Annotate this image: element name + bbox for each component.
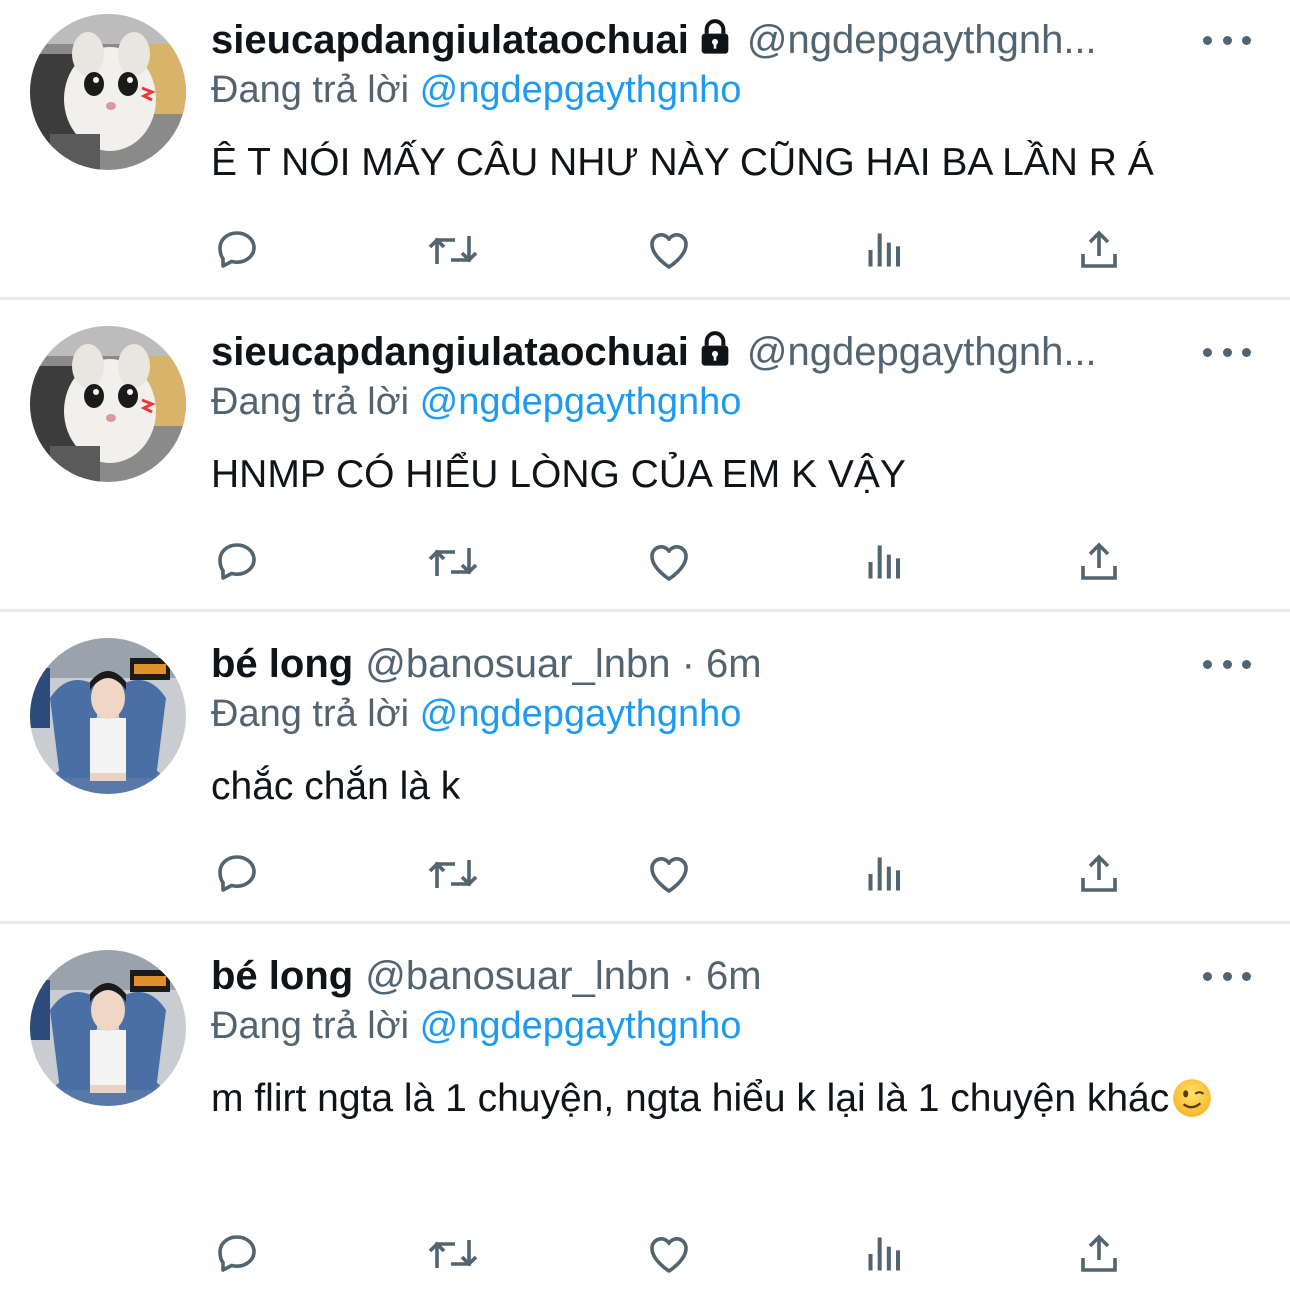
display-name[interactable]: bé long [211,954,353,998]
replying-label: Đang trả lời [211,69,410,111]
retweet-icon[interactable] [423,220,483,280]
replying-to: Đang trả lời @ngdepgaythgnho [211,64,741,116]
like-icon[interactable] [639,844,699,904]
tweet[interactable]: bé long @banosuar_lnbn · 6m Đang trả lời … [0,948,1290,1295]
like-icon[interactable] [639,532,699,592]
replying-label: Đang trả lời [211,1005,410,1047]
divider [0,921,1290,924]
tweet-header: sieucapdangiulataochuai @ngdepgaythgnh... [211,12,1190,68]
tweet-text: m flirt ngta là 1 chuyện, ngta hiểu k lạ… [211,1066,1231,1140]
tweet[interactable]: bé long @banosuar_lnbn · 6m Đang trả lời … [0,636,1290,921]
user-handle[interactable]: @ngdepgaythgnh... [747,330,1097,374]
mention-link[interactable]: @ngdepgaythgnho [420,693,742,735]
tweet-text: HNMP CÓ HIỂU LÒNG CỦA EM K VẬY [211,453,906,496]
more-options-icon[interactable] [1203,948,1251,1004]
tweet-header: bé long @banosuar_lnbn · 6m [211,948,1190,1004]
retweet-icon[interactable] [423,844,483,904]
reply-icon[interactable] [207,844,267,904]
divider [0,297,1290,300]
views-icon[interactable] [855,220,915,280]
reply-icon[interactable] [207,532,267,592]
mention-link[interactable]: @ngdepgaythgnho [420,69,742,111]
replying-to: Đang trả lời @ngdepgaythgnho [211,688,741,740]
tweet-actions [211,1224,1151,1284]
views-icon[interactable] [855,532,915,592]
tweet-header: sieucapdangiulataochuai @ngdepgaythgnh... [211,324,1190,380]
like-icon[interactable] [639,1224,699,1284]
more-options-icon[interactable] [1203,324,1251,380]
tweet-text: chắc chắn là k [211,765,461,808]
tweet-actions [211,844,1151,904]
lock-icon [695,16,735,68]
avatar[interactable] [30,326,186,482]
like-icon[interactable] [639,220,699,280]
display-name[interactable]: bé long [211,642,353,686]
tweet-text-content: m flirt ngta là 1 chuyện, ngta hiểu k lạ… [211,1077,1170,1120]
mention-link[interactable]: @ngdepgaythgnho [420,381,742,423]
tweet-actions [211,220,1151,280]
views-icon[interactable] [855,1224,915,1284]
tweet[interactable]: sieucapdangiulataochuai @ngdepgaythgnh...… [0,324,1290,609]
more-options-icon[interactable] [1203,636,1251,692]
replying-label: Đang trả lời [211,693,410,735]
display-name[interactable]: sieucapdangiulataochuai [211,18,689,62]
reply-icon[interactable] [207,1224,267,1284]
winking-face-emoji [1171,1074,1213,1140]
divider [0,609,1290,612]
replying-label: Đang trả lời [211,381,410,423]
share-icon[interactable] [1069,1224,1129,1284]
replying-to: Đang trả lời @ngdepgaythgnho [211,1000,741,1052]
tweet[interactable]: sieucapdangiulataochuai @ngdepgaythgnh...… [0,12,1290,297]
avatar[interactable] [30,14,186,170]
retweet-icon[interactable] [423,1224,483,1284]
mention-link[interactable]: @ngdepgaythgnho [420,1005,742,1047]
tweet-text: Ê T NÓI MẤY CÂU NHƯ NÀY CŨNG HAI BA LẦN … [211,141,1154,184]
retweet-icon[interactable] [423,532,483,592]
lock-icon [695,328,735,380]
views-icon[interactable] [855,844,915,904]
more-options-icon[interactable] [1203,12,1251,68]
share-icon[interactable] [1069,532,1129,592]
reply-icon[interactable] [207,220,267,280]
avatar[interactable] [30,950,186,1106]
avatar[interactable] [30,638,186,794]
user-handle[interactable]: @banosuar_lnbn · 6m [365,954,761,998]
user-handle[interactable]: @ngdepgaythgnh... [747,18,1097,62]
display-name[interactable]: sieucapdangiulataochuai [211,330,689,374]
share-icon[interactable] [1069,844,1129,904]
tweet-actions [211,532,1151,592]
tweet-header: bé long @banosuar_lnbn · 6m [211,636,1190,692]
user-handle[interactable]: @banosuar_lnbn · 6m [365,642,761,686]
share-icon[interactable] [1069,220,1129,280]
replying-to: Đang trả lời @ngdepgaythgnho [211,376,741,428]
